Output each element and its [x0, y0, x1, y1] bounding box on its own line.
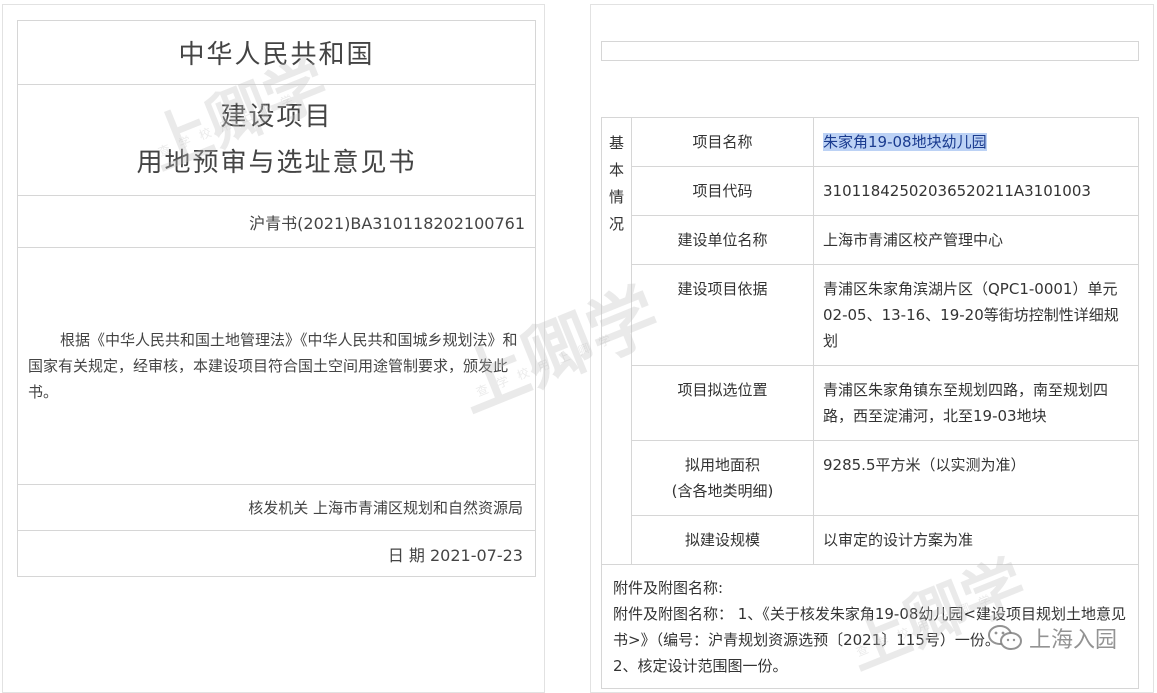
row-label-builder: 建设单位名称	[631, 215, 814, 265]
issuing-authority: 核发机关 上海市青浦区规划和自然资源局	[18, 485, 535, 531]
row-label-scale: 拟建设规模	[631, 515, 814, 565]
row-value-scale: 以审定的设计方案为准	[813, 515, 1139, 565]
row-value-location: 青浦区朱家角镇东至规划四路，南至规划四路，西至淀浦河，北至19-03地块	[813, 365, 1139, 441]
row-value-project-name: 朱家角19-08地块幼儿园	[813, 117, 1139, 167]
category-char: 基	[608, 134, 624, 152]
table-row: 基 本 情 况 项目名称 朱家角19-08地块幼儿园	[601, 117, 1139, 565]
wechat-brand-watermark: 上海入园	[987, 622, 1117, 654]
certificate-body: 根据《中华人民共和国土地管理法》《中华人民共和国城乡规划法》和国家有关规定，经审…	[18, 248, 535, 485]
row-value-project-code: 31011842502036520211A3101003	[813, 166, 1139, 216]
row-label-area: 拟用地面积 (含各地类明细)	[631, 440, 814, 516]
row-value-basis: 青浦区朱家角滨湖片区（QPC1-0001）单元02-05、13-16、19-20…	[813, 264, 1139, 366]
row-value-area: 9285.5平方米（以实测为准）	[813, 440, 1139, 516]
area-label-line-2: (含各地类明细)	[671, 482, 774, 500]
row-value-builder: 上海市青浦区校产管理中心	[813, 215, 1139, 265]
table-row: 建设项目依据 青浦区朱家角滨湖片区（QPC1-0001）单元02-05、13-1…	[602, 264, 1139, 366]
category-char: 况	[608, 215, 624, 233]
left-document-page: 中华人民共和国 建设项目 用地预审与选址意见书 沪青书(2021)BA31011…	[2, 4, 545, 693]
row-label-location: 项目拟选位置	[631, 365, 814, 441]
category-char: 情	[608, 188, 624, 206]
document-number: 沪青书(2021)BA310118202100761	[18, 196, 535, 248]
category-char: 本	[608, 161, 624, 179]
country-heading: 中华人民共和国	[18, 21, 535, 85]
attachments-heading: 附件及附图名称:	[613, 579, 724, 597]
project-info-table: 基 本 情 况 项目名称 朱家角19-08地块幼儿园 项目代码 31011842…	[601, 117, 1139, 689]
certificate-body-text: 根据《中华人民共和国土地管理法》《中华人民共和国城乡规划法》和国家有关规定，经审…	[28, 331, 518, 401]
selected-text-highlight[interactable]: 朱家角19-08地块幼儿园	[823, 133, 987, 151]
header-empty-bar	[601, 41, 1139, 61]
row-label-basis: 建设项目依据	[631, 264, 814, 366]
table-row: 拟建设规模 以审定的设计方案为准	[602, 515, 1139, 565]
attachments-line-2: 2、核定设计范围图一份。	[613, 657, 788, 675]
brand-label: 上海入园	[1028, 628, 1117, 653]
issue-date: 日 期 2021-07-23	[387, 545, 523, 565]
area-label-line-1: 拟用地面积	[684, 456, 760, 474]
table-row: 项目代码 31011842502036520211A3101003	[602, 166, 1139, 216]
table-row: 建设单位名称 上海市青浦区校产管理中心	[602, 215, 1139, 265]
right-document-page: 基 本 情 况 项目名称 朱家角19-08地块幼儿园 项目代码 31011842…	[445, 4, 1154, 693]
row-label-project-name: 项目名称	[631, 117, 814, 167]
table-row: 拟用地面积 (含各地类明细) 9285.5平方米（以实测为准）	[602, 440, 1139, 516]
wechat-icon	[987, 624, 1023, 652]
table-row: 项目拟选位置 青浦区朱家角镇东至规划四路，南至规划四路，西至淀浦河，北至19-0…	[602, 365, 1139, 441]
row-label-project-code: 项目代码	[631, 166, 814, 216]
